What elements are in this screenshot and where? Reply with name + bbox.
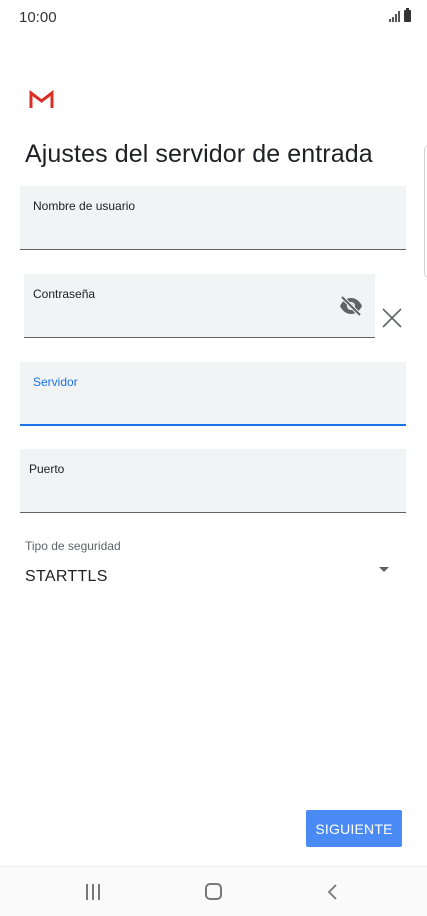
status-icons xyxy=(389,8,411,22)
next-button[interactable]: SIGUIENTE xyxy=(306,810,402,847)
username-label: Nombre de usuario xyxy=(33,199,136,213)
signal-icon xyxy=(389,10,400,22)
back-icon[interactable] xyxy=(326,883,340,901)
home-icon[interactable] xyxy=(205,883,222,900)
username-field[interactable]: Nombre de usuario xyxy=(20,186,406,250)
security-type-select[interactable]: STARTTLS xyxy=(25,568,108,586)
server-label: Servidor xyxy=(33,375,78,389)
dropdown-arrow-icon[interactable] xyxy=(379,567,389,572)
password-field[interactable]: Contraseña xyxy=(24,274,375,338)
navigation-bar xyxy=(0,866,427,916)
status-bar: 10:00 xyxy=(0,0,427,34)
recents-icon[interactable] xyxy=(85,884,101,900)
status-time: 10:00 xyxy=(19,9,57,26)
password-label: Contraseña xyxy=(33,287,96,301)
gmail-logo-icon xyxy=(29,90,54,108)
port-label: Puerto xyxy=(29,462,65,476)
visibility-off-icon[interactable] xyxy=(339,296,363,316)
server-field[interactable]: Servidor xyxy=(20,362,406,426)
port-field[interactable]: Puerto xyxy=(20,449,406,513)
close-icon[interactable] xyxy=(381,307,403,329)
security-type-label: Tipo de seguridad xyxy=(25,539,121,553)
page-title: Ajustes del servidor de entrada xyxy=(25,140,373,168)
battery-icon xyxy=(404,8,411,22)
